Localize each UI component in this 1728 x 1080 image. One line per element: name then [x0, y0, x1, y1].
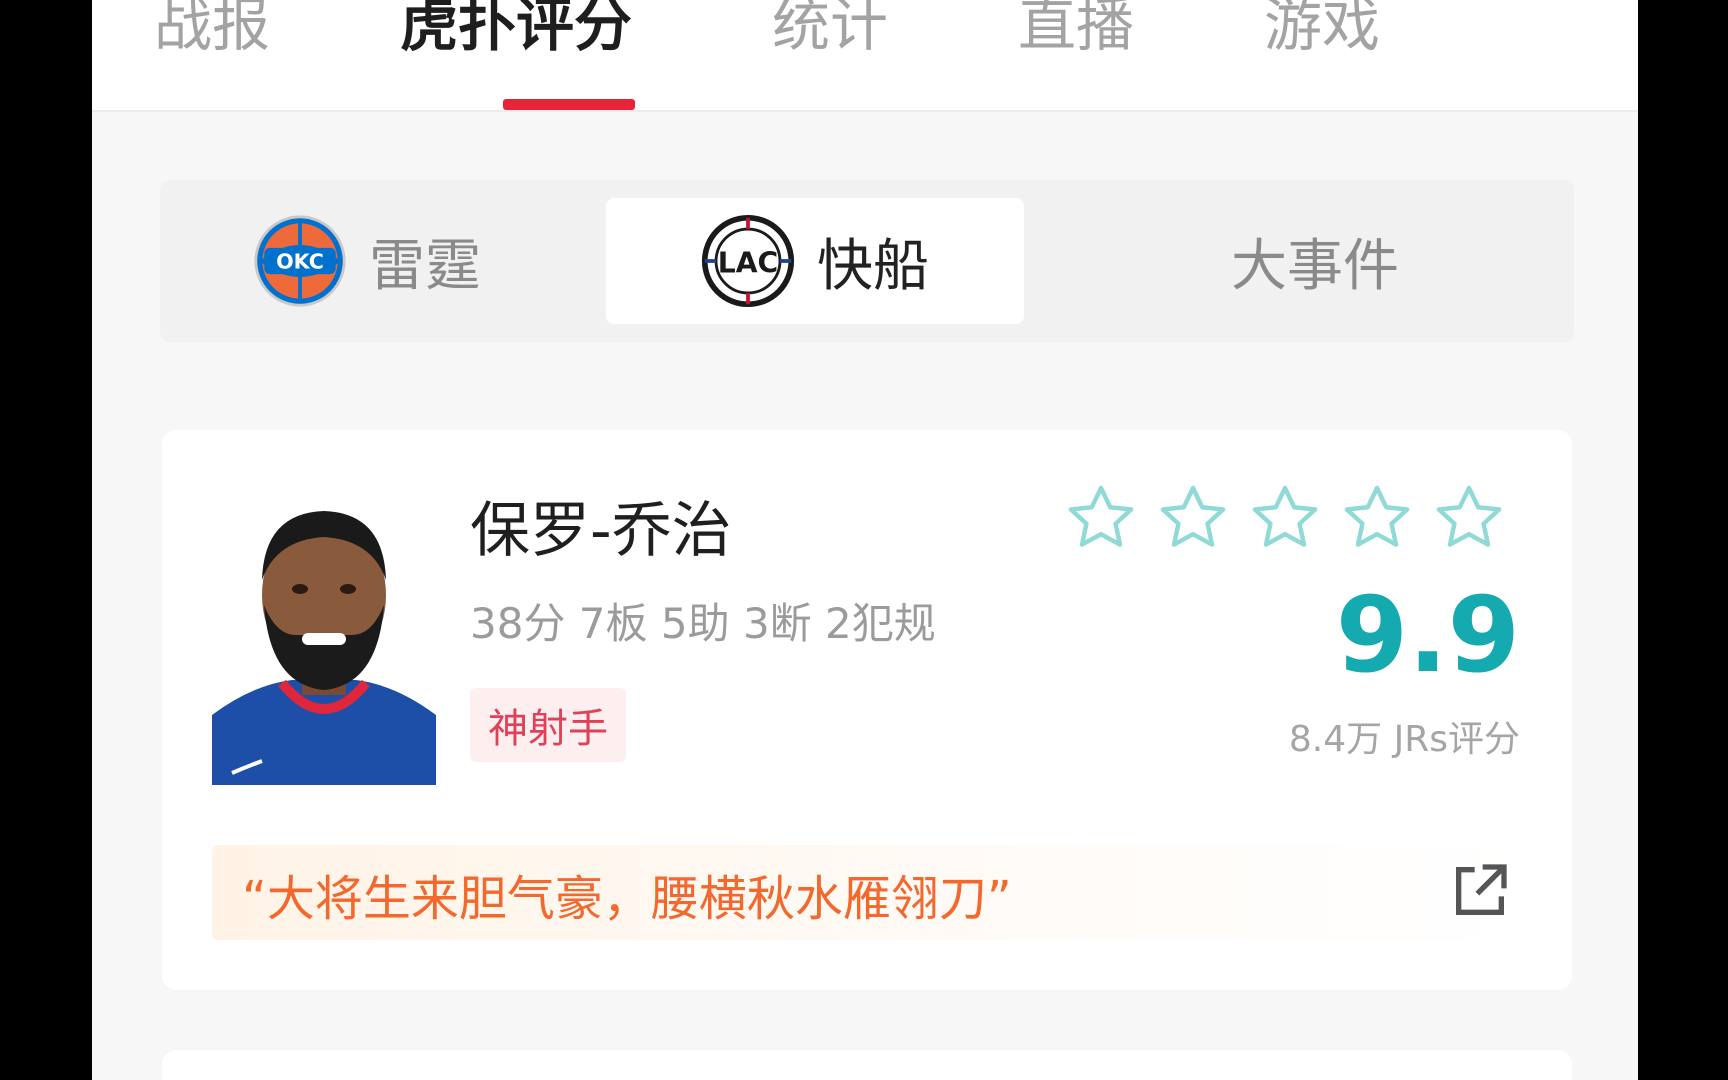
- team-tab-lac[interactable]: LAC 快船: [606, 198, 1024, 324]
- star-outline-icon[interactable]: [1154, 480, 1232, 556]
- team-label-clippers: 快船: [817, 233, 929, 299]
- lac-logo-icon: LAC: [701, 214, 795, 308]
- player-name: 保罗-乔治: [470, 496, 732, 566]
- top-tab-bar: 战报 虎扑评分 统计 直播 游戏: [92, 0, 1638, 112]
- next-player-card[interactable]: [162, 1050, 1572, 1080]
- events-label: 大事件: [1231, 233, 1399, 299]
- tab-report[interactable]: 战报: [154, 0, 270, 60]
- tab-key-events[interactable]: 大事件: [1056, 198, 1574, 324]
- tab-hupu-rating[interactable]: 虎扑评分: [400, 0, 632, 60]
- player-title-badge: 神射手: [470, 688, 626, 762]
- tab-live[interactable]: 直播: [1018, 0, 1134, 60]
- svg-text:OKC: OKC: [276, 250, 324, 274]
- app-screen: 战报 虎扑评分 统计 直播 游戏 OKC 雷霆 LAC 快船 大事件 保罗-乔治…: [92, 0, 1638, 1080]
- team-label-thunder: 雷霆: [369, 233, 481, 299]
- team-tab-okc[interactable]: OKC 雷霆: [160, 198, 574, 324]
- rating-stars: [1062, 480, 1508, 556]
- star-outline-icon[interactable]: [1246, 480, 1324, 556]
- team-switcher: OKC 雷霆 LAC 快船 大事件: [160, 180, 1574, 342]
- tab-stats[interactable]: 统计: [772, 0, 888, 60]
- player-avatar: [212, 485, 436, 785]
- player-rating-card[interactable]: 保罗-乔治 38分 7板 5助 3断 2犯规 神射手 9.9 8.4万 JRs评…: [162, 430, 1572, 990]
- player-stat-line: 38分 7板 5助 3断 2犯规: [470, 599, 936, 648]
- star-outline-icon[interactable]: [1338, 480, 1416, 556]
- player-quote: “大将生来胆气豪，腰横秋水雁翎刀”: [242, 871, 1012, 927]
- share-external-icon[interactable]: [1448, 859, 1512, 923]
- tab-games[interactable]: 游戏: [1264, 0, 1380, 60]
- okc-logo-icon: OKC: [254, 215, 346, 307]
- star-outline-icon[interactable]: [1430, 480, 1508, 556]
- svg-text:LAC: LAC: [718, 246, 778, 279]
- player-score: 9.9: [1335, 574, 1520, 696]
- rating-count: 8.4万 JRs评分: [1288, 719, 1520, 760]
- quote-banner: “大将生来胆气豪，腰横秋水雁翎刀”: [212, 845, 1522, 940]
- active-tab-indicator: [503, 99, 635, 110]
- star-outline-icon[interactable]: [1062, 480, 1140, 556]
